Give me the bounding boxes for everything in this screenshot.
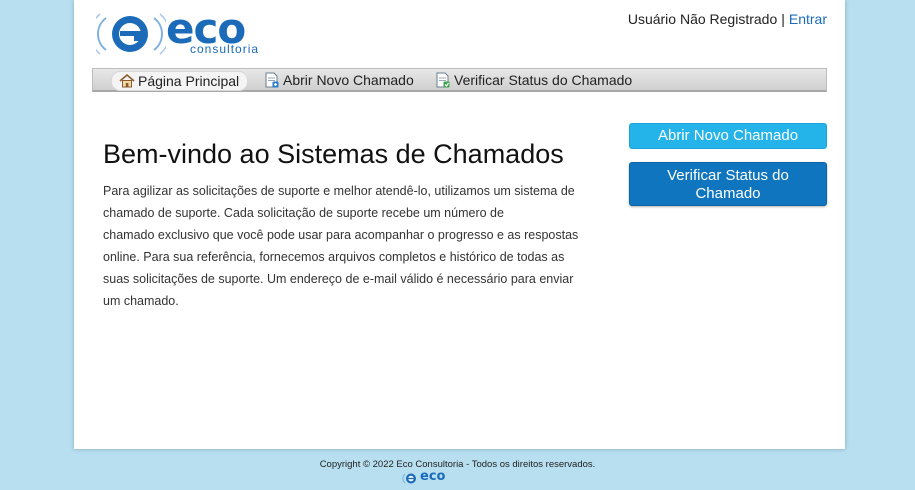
user-status-bar: Usuário Não Registrado | Entrar: [628, 11, 827, 27]
page-title: Bem-vindo ao Sistemas de Chamados: [103, 139, 564, 169]
open-ticket-button[interactable]: Abrir Novo Chamado: [629, 123, 827, 149]
footer-logo-wordmark: eco: [420, 469, 446, 484]
eco-consultoria-logo[interactable]: eco consultoria: [96, 8, 276, 58]
description-line: chamado de suporte. Cada solicitação de …: [103, 206, 504, 220]
nav-item-label: Abrir Novo Chamado: [283, 72, 414, 88]
nav-item-check-status[interactable]: Verificar Status do Chamado: [428, 71, 640, 89]
page-container: eco consultoria Usuário Não Registrado | E…: [74, 0, 845, 449]
home-icon: [119, 73, 135, 88]
open-ticket-button-label: Abrir Novo Chamado: [657, 127, 799, 144]
new-ticket-icon: [265, 72, 279, 88]
logo-emblem-icon: [96, 13, 166, 55]
main-navigation: Página Principal Abrir Novo Chamado Veri…: [92, 68, 827, 92]
user-status-text: Usuário Não Registrado: [627, 11, 778, 27]
description-line: online. Para sua referência, fornecemos …: [103, 250, 565, 264]
check-status-button-label-line1: Verificar Status do: [667, 167, 789, 184]
login-link[interactable]: Entrar: [789, 11, 827, 27]
description-line: suas solicitações de suporte. Um endereç…: [103, 272, 574, 286]
check-status-button[interactable]: Verificar Status do Chamado: [629, 162, 827, 206]
nav-item-home[interactable]: Página Principal: [111, 71, 249, 91]
description-line: Para agilizar as solicitações de suporte…: [103, 184, 575, 198]
logo-subtitle: consultoria: [190, 42, 260, 56]
nav-item-label: Verificar Status do Chamado: [454, 72, 633, 88]
welcome-description: Para agilizar as solicitações de suporte…: [103, 180, 603, 312]
ticket-status-icon: [436, 72, 450, 88]
nav-item-label: Página Principal: [138, 73, 240, 89]
check-status-button-label-line2: Chamado: [695, 185, 761, 202]
footer-copyright: Copyright © 2022 Eco Consultoria - Todos…: [319, 459, 596, 470]
footer-logo: eco: [402, 469, 460, 485]
description-line: um chamado.: [103, 294, 179, 308]
nav-item-open-ticket[interactable]: Abrir Novo Chamado: [257, 71, 422, 89]
user-bar-separator: |: [781, 11, 785, 27]
description-line: chamado exclusivo que você pode usar par…: [103, 228, 579, 242]
